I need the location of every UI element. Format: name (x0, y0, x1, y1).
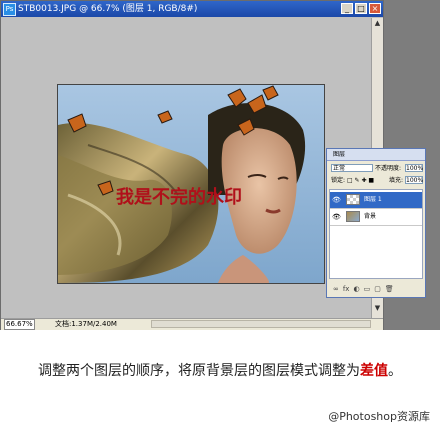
status-bar: 66.67% 文档:1.37M/2.40M (1, 318, 383, 330)
opacity-label: 不透明度: (375, 165, 402, 172)
lock-icons[interactable]: □ ✎ ✚ ■ (347, 177, 374, 184)
layers-footer: ∞ fx ◐ ▭ ▢ 🗑 (327, 283, 425, 296)
scroll-up-icon[interactable]: ▲ (373, 19, 382, 29)
layers-list: 👁 图层 1 👁 背景 (329, 189, 423, 279)
opacity-input[interactable]: 100% (405, 164, 423, 172)
layer-name: 背景 (364, 213, 377, 220)
caption-suffix: 。 (388, 363, 402, 379)
document-size-info[interactable]: 文档:1.37M/2.40M (55, 319, 117, 330)
layer-style-icon[interactable]: fx (343, 283, 350, 296)
caption-text: 调整两个图层的顺序，将原背景层的图层模式调整为差值。 (0, 360, 440, 380)
eye-icon[interactable]: 👁 (332, 196, 341, 204)
maximize-button[interactable]: □ (355, 3, 367, 14)
caption-highlight: 差值 (360, 363, 388, 379)
layer-thumbnail (346, 194, 360, 205)
blend-mode-select[interactable]: 正常 (331, 164, 373, 172)
fill-label: 填充: (389, 177, 404, 184)
lock-label-text: 锁定: (331, 177, 346, 184)
source-credit: @Photoshop资源库 (328, 410, 430, 423)
layer-name: 图层 1 (364, 196, 382, 203)
layer-row-background[interactable]: 👁 背景 (330, 209, 422, 226)
horizontal-scrollbar[interactable] (151, 320, 371, 328)
tab-layers-label: 图层 (333, 151, 346, 158)
new-layer-icon[interactable]: ▢ (374, 283, 381, 296)
layer-thumbnail (346, 211, 360, 222)
photo-illustration: 我是不完的水印 (58, 85, 324, 283)
canvas-area[interactable]: 我是不完的水印 (3, 18, 371, 318)
scroll-down-icon[interactable]: ▼ (373, 304, 382, 314)
document-image[interactable]: 我是不完的水印 (57, 84, 325, 284)
watermark-text: 我是不完的水印 (116, 186, 242, 208)
photoshop-icon: Ps (3, 3, 16, 16)
adjustment-layer-icon[interactable]: ◐ (353, 283, 359, 296)
screenshot-area: Ps STB0013.JPG @ 66.7% (图层 1, RGB/8#) _ … (0, 0, 440, 330)
new-group-icon[interactable]: ▭ (364, 283, 371, 296)
close-button[interactable]: × (369, 3, 381, 14)
fill-input[interactable]: 100% (405, 176, 423, 184)
layers-panel: 图层 正常 不透明度: 100% 锁定: □ ✎ ✚ ■ 填充: 100% 👁 … (326, 148, 426, 298)
zoom-field[interactable]: 66.67% (4, 319, 35, 330)
lock-label: 锁定: □ ✎ ✚ ■ (331, 176, 374, 185)
trash-icon[interactable]: 🗑 (385, 283, 394, 296)
tab-layers[interactable]: 图层 (327, 149, 425, 161)
eye-icon[interactable]: 👁 (332, 213, 341, 221)
title-bar[interactable]: Ps STB0013.JPG @ 66.7% (图层 1, RGB/8#) _ … (1, 1, 383, 17)
window-title: STB0013.JPG @ 66.7% (图层 1, RGB/8#) (18, 4, 198, 14)
minimize-button[interactable]: _ (341, 3, 353, 14)
link-layers-icon[interactable]: ∞ (333, 283, 339, 296)
caption-prefix: 调整两个图层的顺序，将原背景层的图层模式调整为 (38, 363, 360, 379)
layer-row-layer1[interactable]: 👁 图层 1 (330, 192, 422, 209)
